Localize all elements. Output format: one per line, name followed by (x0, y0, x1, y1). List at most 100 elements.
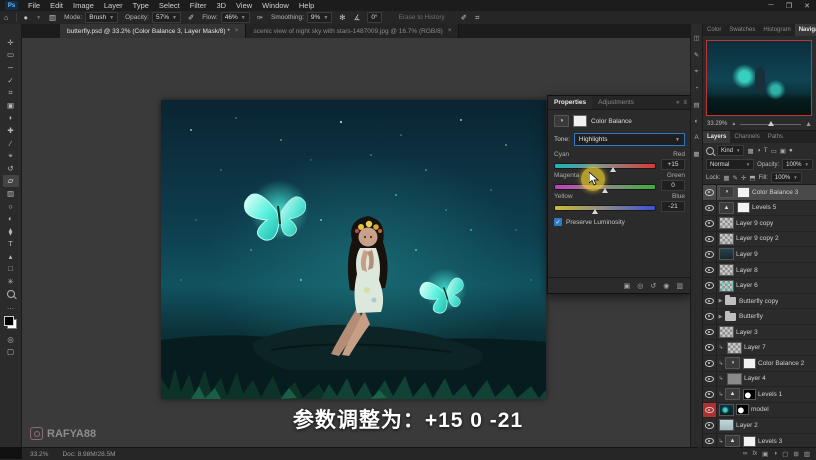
healing-brush-tool-icon[interactable]: ✚ (3, 124, 19, 137)
magenta-green-value[interactable]: 0 (661, 180, 685, 191)
brush-angle-icon[interactable]: ∡ (354, 13, 361, 22)
clip-to-layer-icon[interactable]: ▣ (624, 282, 631, 290)
hand-tool-icon[interactable]: ✳ (3, 275, 19, 288)
foreground-background-swatches[interactable] (4, 316, 17, 330)
menu-3d[interactable]: 3D (211, 1, 231, 10)
layer-row[interactable]: Layer 2 (703, 418, 816, 434)
doc-tab-night-sky[interactable]: scenic view of night sky with stars-1487… (246, 24, 460, 38)
visibility-toggle[interactable] (703, 231, 717, 247)
view-previous-state-icon[interactable]: ◎ (637, 282, 643, 290)
filter-kind-select[interactable]: Kind ▼ (717, 145, 745, 156)
navigator-zoom-value[interactable]: 33.29% (707, 121, 727, 127)
flow-select[interactable]: 46% ▼ (220, 12, 250, 23)
zoom-out-icon[interactable]: ▲ (731, 121, 736, 127)
path-select-tool-icon[interactable]: ▴ (3, 250, 19, 263)
layer-mask-thumbnail[interactable] (737, 202, 750, 214)
filter-pixel-icon[interactable]: ▦ (747, 147, 753, 155)
home-icon[interactable]: ⌂ (4, 13, 9, 22)
quick-selection-tool-icon[interactable]: ✓ (3, 74, 19, 87)
shape-tool-icon[interactable]: □ (3, 263, 19, 276)
layer-thumbnail[interactable] (727, 372, 742, 385)
brush-preset-icon[interactable]: ● (24, 13, 29, 22)
layer-row[interactable]: ▲ Levels 5 (703, 200, 816, 217)
new-group-icon[interactable]: ▢ (782, 450, 788, 458)
brush-settings-panel-icon[interactable]: ✎ (694, 51, 699, 59)
layer-mask-thumbnail[interactable] (737, 186, 750, 198)
cyan-red-slider[interactable] (554, 160, 656, 172)
visibility-icon[interactable]: ◉ (663, 282, 669, 290)
eyedropper-tool-icon[interactable]: ◗ (3, 112, 19, 125)
tab-histogram[interactable]: Histogram (759, 24, 794, 36)
tab-properties[interactable]: Properties (548, 96, 593, 109)
visibility-toggle[interactable] (703, 371, 717, 387)
filter-adjustment-icon[interactable]: ◑ (757, 147, 761, 154)
lasso-tool-icon[interactable]: ∽ (3, 61, 19, 74)
preserve-luminosity-checkbox[interactable]: ✓ (554, 218, 562, 226)
layer-thumbnail[interactable] (727, 341, 742, 354)
zoom-tool-icon[interactable] (3, 288, 19, 301)
navigator-zoom-slider[interactable] (740, 120, 802, 128)
layer-row[interactable]: ↳ ▲ Levels 1 (703, 387, 816, 403)
tab-paths[interactable]: Paths (764, 131, 787, 143)
properties-panel-icon[interactable]: ▤ (693, 101, 699, 109)
lock-transparency-icon[interactable]: ▦ (723, 174, 729, 182)
visibility-toggle[interactable] (703, 356, 717, 371)
menu-file[interactable]: File (23, 1, 45, 10)
layer-thumbnail[interactable] (719, 248, 734, 261)
layer-row[interactable]: ↳ Layer 7 (703, 340, 816, 357)
menu-select[interactable]: Select (154, 1, 185, 10)
doc-tab-butterfly[interactable]: butterfly.psd @ 33.2% (Color Balance 3, … (60, 24, 247, 38)
maximize-button[interactable]: ❐ (780, 2, 798, 10)
crop-tool-icon[interactable]: ⌗ (3, 86, 19, 99)
menu-help[interactable]: Help (294, 1, 319, 10)
layer-style-icon[interactable]: fx (752, 451, 757, 457)
layer-thumbnail[interactable] (719, 326, 734, 339)
tab-navigator[interactable]: Navigator (794, 24, 816, 36)
layer-thumbnail[interactable] (719, 264, 734, 276)
pressure-size-icon[interactable]: ✐ (461, 13, 467, 22)
layer-opacity-select[interactable]: 100% ▼ (782, 159, 813, 170)
tab-adjustments[interactable]: Adjustments (592, 96, 640, 109)
close-button[interactable]: ✕ (798, 2, 816, 10)
pressure-opacity-icon[interactable]: ✐ (188, 13, 194, 22)
paragraph-panel-icon[interactable]: ▦ (693, 150, 699, 158)
clone-source-panel-icon[interactable]: ⌖ (695, 68, 699, 76)
layer-mask-thumbnail[interactable] (743, 357, 756, 369)
visibility-toggle[interactable] (703, 216, 717, 231)
toggle-brush-panel-icon[interactable]: ▨ (49, 13, 56, 22)
blend-mode-select[interactable]: Normal ▼ (706, 159, 755, 170)
pen-tool-icon[interactable]: ⧫ (3, 225, 19, 238)
layer-thumbnail[interactable] (719, 279, 734, 292)
close-icon[interactable]: × (448, 28, 452, 34)
clone-stamp-tool-icon[interactable]: ⌖ (3, 149, 19, 162)
quick-mask-icon[interactable]: ◎ (3, 333, 19, 346)
brush-tool-icon[interactable]: ∕ (3, 137, 19, 150)
smoothing-gear-icon[interactable]: ✻ (339, 13, 345, 22)
zoom-level-field[interactable]: 33.2% (30, 451, 48, 458)
lock-all-icon[interactable]: ⬒ (749, 174, 755, 182)
symmetry-icon[interactable]: ⌗ (475, 13, 479, 23)
character-panel-icon[interactable]: A (694, 134, 698, 141)
frame-tool-icon[interactable]: ▣ (3, 99, 19, 112)
expand-arrow-icon[interactable]: ▶ (717, 298, 724, 304)
adjustments-panel-icon[interactable]: ◐ (695, 118, 699, 125)
layer-row[interactable]: ↳ Layer 4 (703, 371, 816, 388)
type-tool-icon[interactable]: T (3, 238, 19, 251)
visibility-toggle[interactable] (703, 324, 717, 340)
airbrush-icon[interactable]: ✑ (257, 13, 263, 22)
tab-channels[interactable]: Channels (730, 131, 763, 143)
layer-row[interactable]: ↳ ◑ Color Balance 2 (703, 356, 816, 372)
filter-shape-icon[interactable]: ▭ (771, 147, 777, 155)
reset-icon[interactable]: ↺ (650, 282, 656, 290)
layer-row[interactable]: Layer 9 copy (703, 216, 816, 232)
magenta-green-slider[interactable] (554, 181, 656, 193)
smoothing-select[interactable]: 9% ▼ (306, 12, 333, 23)
layer-thumbnail[interactable] (719, 419, 734, 432)
visibility-toggle[interactable] (703, 418, 717, 433)
tone-select[interactable]: Highlights ▼ (573, 133, 685, 146)
marquee-tool-icon[interactable]: ▭ (3, 49, 19, 62)
erase-to-history-checkbox[interactable]: Erase to History (399, 14, 445, 21)
minimize-button[interactable]: ─ (762, 2, 780, 10)
zoom-in-icon[interactable]: ▲ (805, 121, 812, 128)
link-layers-icon[interactable]: ∞ (743, 450, 748, 457)
